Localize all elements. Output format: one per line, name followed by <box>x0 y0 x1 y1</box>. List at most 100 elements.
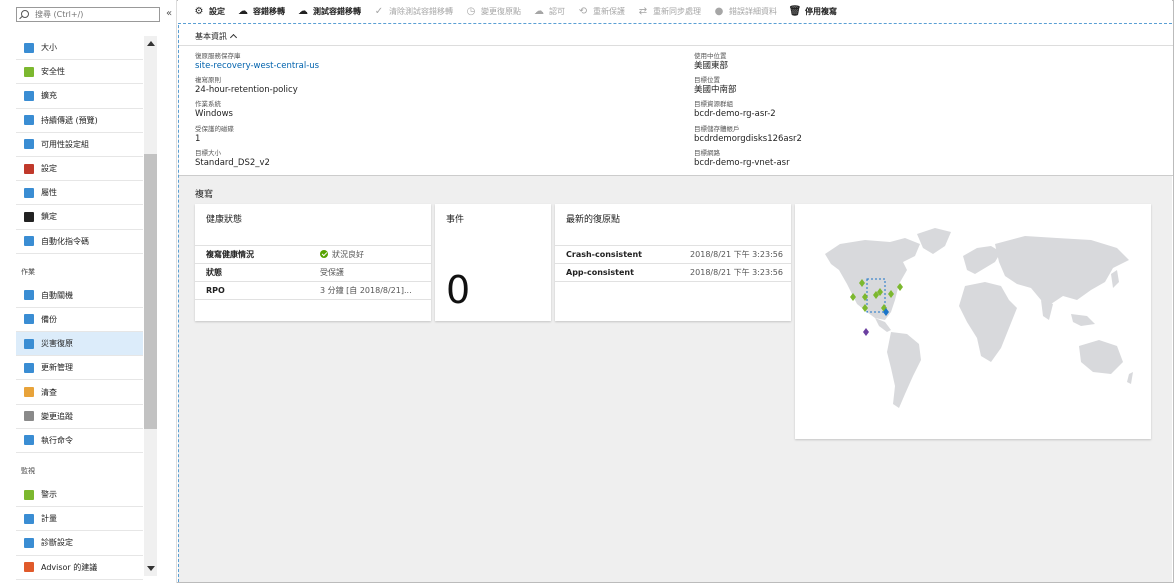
sidebar-item[interactable]: 診斷設定 <box>16 531 143 556</box>
sidebar-item[interactable]: 自動關機 <box>16 284 143 308</box>
properties-icon <box>24 187 34 198</box>
toolbox-icon <box>24 163 34 174</box>
table-row-divider <box>555 281 791 299</box>
replication-map-card[interactable] <box>795 204 1151 439</box>
sidebar-item[interactable]: 鎖定 <box>16 205 143 230</box>
toolbar-button[interactable]: ☁ 容錯移轉 <box>238 6 285 17</box>
metrics-icon <box>24 513 34 524</box>
sidebar-item[interactable]: 擴充 <box>16 84 143 109</box>
events-title: 事件 <box>446 215 465 225</box>
sidebar-item-label: 計量 <box>41 514 57 524</box>
essentials-toggle[interactable]: 基本資訊 <box>195 31 238 42</box>
toolbar-button[interactable]: ⚙ 設定 <box>194 6 225 17</box>
toolbar-button[interactable]: ☁ 認可 <box>534 6 565 17</box>
vault-link[interactable]: site-recovery-west-central-us <box>195 61 319 72</box>
field-label: 目標大小 <box>195 148 221 157</box>
sidebar-item[interactable]: 設定 <box>16 157 143 182</box>
essentials-panel: 基本資訊 復原服務保存庫 site-recovery-west-central-u… <box>179 25 1173 176</box>
field-label: 作業系統 <box>195 100 221 109</box>
resync-icon: ⇄ <box>638 6 648 17</box>
world-map <box>825 228 1133 408</box>
essentials-left-column: 復原服務保存庫 site-recovery-west-central-us 複寫原則… <box>195 52 319 173</box>
scroll-up-arrow-icon[interactable] <box>147 41 155 46</box>
sidebar-scrollbar-thumb[interactable] <box>144 154 157 429</box>
rocket-icon <box>24 115 34 126</box>
sidebar-item[interactable]: 自動化指令碼 <box>16 230 143 254</box>
toolbar-button[interactable]: ☁ 測試容錯移轉 <box>298 6 361 17</box>
sidebar-item[interactable]: 計量 <box>16 507 143 532</box>
sidebar-item[interactable]: 大小 <box>16 36 143 61</box>
essentials-field: 目標網路 bcdr-demo-rg-vnet-asr <box>694 149 802 173</box>
field-value: 美國東部 <box>694 61 729 71</box>
essentials-right-column: 使用中位置 美國東部 目標位置 美國中南部 目標資源群組 bcdr-demo-rg-asr… <box>694 52 802 173</box>
sidebar-item-label: 持續傳遞 (預覽) <box>41 115 98 125</box>
row-key: 狀態 <box>206 268 222 277</box>
sidebar-item[interactable]: 災害復原 <box>16 332 143 357</box>
health-status-card[interactable]: 健康狀態 複寫健康情況 狀況良好 狀態 受保護 RPO 3 分鐘 [自 2018… <box>195 204 431 321</box>
toolbar-button-label: 停用複寫 <box>805 7 837 16</box>
field-label: 使用中位置 <box>694 52 727 60</box>
scroll-down-arrow-icon[interactable] <box>147 566 155 571</box>
sidebar-item-label: 安全性 <box>41 67 65 77</box>
change-tracking-icon <box>24 411 34 422</box>
command-toolbar: ⚙ 設定 ☁ 容錯移轉 ☁ 測試容錯移轉 ✓ 清除測試容錯移轉 ◷ 變更復原點 ☁ 認可 ⟲ 重新保護 ⇄ 重… <box>178 0 1172 24</box>
toolbar-button[interactable]: ⇄ 重新同步處理 <box>638 6 701 17</box>
sidebar-item[interactable]: 安全性 <box>16 60 143 85</box>
target-region-marker-icon <box>863 328 869 336</box>
sidebar-item[interactable]: 屬性 <box>16 181 143 206</box>
sidebar-item[interactable]: 備份 <box>16 308 143 333</box>
sidebar-item-label: 變更追蹤 <box>41 411 73 421</box>
search-icon <box>21 10 29 18</box>
failover-icon: ☁ <box>238 6 248 17</box>
field-value: 美國中南部 <box>694 85 737 96</box>
toolbar-button[interactable]: 🗑 停用複寫 <box>789 6 837 17</box>
sidebar-item-label: 備份 <box>41 314 57 324</box>
field-label: 目標儲存體帳戶 <box>694 124 740 133</box>
toolbar-button-label: 錯誤詳細資料 <box>729 7 777 16</box>
toolbar-button[interactable]: ✓ 清除測試容錯移轉 <box>374 6 453 17</box>
sidebar-item-label: 屬性 <box>41 188 57 198</box>
recovery-points-title: 最新的復原點 <box>566 215 621 225</box>
sidebar-item-label: 自動關機 <box>41 290 73 300</box>
sidebar-item-label: 執行命令 <box>41 435 73 445</box>
search-input[interactable] <box>35 8 155 21</box>
sidebar-item[interactable]: 執行命令 <box>16 429 143 453</box>
test-failover-icon: ☁ <box>298 6 308 17</box>
essentials-field: 目標大小 Standard_DS2_v2 <box>195 149 319 173</box>
sidebar-item[interactable]: 變更追蹤 <box>16 405 143 429</box>
collapse-sidebar-icon[interactable]: « <box>166 8 172 19</box>
sidebar-item[interactable]: 更新管理 <box>16 356 143 381</box>
events-count: 0 <box>446 268 471 312</box>
toolbar-button[interactable]: ⟲ 重新保護 <box>578 6 625 17</box>
sidebar-item[interactable]: 可用性設定組 <box>16 133 143 157</box>
field-value: 1 <box>195 133 201 144</box>
shield-icon <box>24 66 34 77</box>
divider <box>179 45 1173 46</box>
commit-icon: ☁ <box>534 6 544 17</box>
events-card[interactable]: 事件 0 <box>435 204 551 321</box>
sidebar-item[interactable]: 持續傳遞 (預覽) <box>16 109 143 133</box>
search-box[interactable] <box>16 7 160 22</box>
essentials-field: 作業系統 Windows <box>195 100 319 124</box>
sidebar-item-label: 災害復原 <box>41 339 73 349</box>
table-row: 狀態 受保護 <box>195 263 431 281</box>
latest-recovery-points-card[interactable]: 最新的復原點 Crash-consistent 2018/8/21 下午 3:2… <box>555 204 791 321</box>
field-label: 受保護的磁碟 <box>195 124 234 133</box>
availability-set-icon <box>24 139 34 150</box>
sidebar-item[interactable]: 清查 <box>16 380 143 405</box>
toolbar-button-label: 測試容錯移轉 <box>313 7 361 16</box>
toolbar-button-label: 清除測試容錯移轉 <box>389 7 453 16</box>
toolbar-button[interactable]: ◷ 變更復原點 <box>466 6 521 17</box>
sidebar-item-label: 診斷設定 <box>41 538 73 548</box>
checkmark-circle-icon <box>320 250 328 258</box>
sidebar-item-label: Advisor 的建議 <box>41 562 98 572</box>
row-value: 狀況良好 <box>320 249 364 260</box>
sidebar-item-label: 大小 <box>41 43 57 53</box>
field-value: bcdr-demo-rg-asr-2 <box>694 109 776 120</box>
sidebar-item[interactable]: 警示 <box>16 483 143 508</box>
table-row: RPO 3 分鐘 [自 2018/8/21]... <box>195 281 431 299</box>
toolbar-button-label: 容錯移轉 <box>253 7 285 16</box>
toolbar-button[interactable]: ● 錯誤詳細資料 <box>714 6 777 17</box>
essentials-title: 基本資訊 <box>195 32 227 41</box>
sidebar-item[interactable]: Advisor 的建議 <box>16 556 143 580</box>
